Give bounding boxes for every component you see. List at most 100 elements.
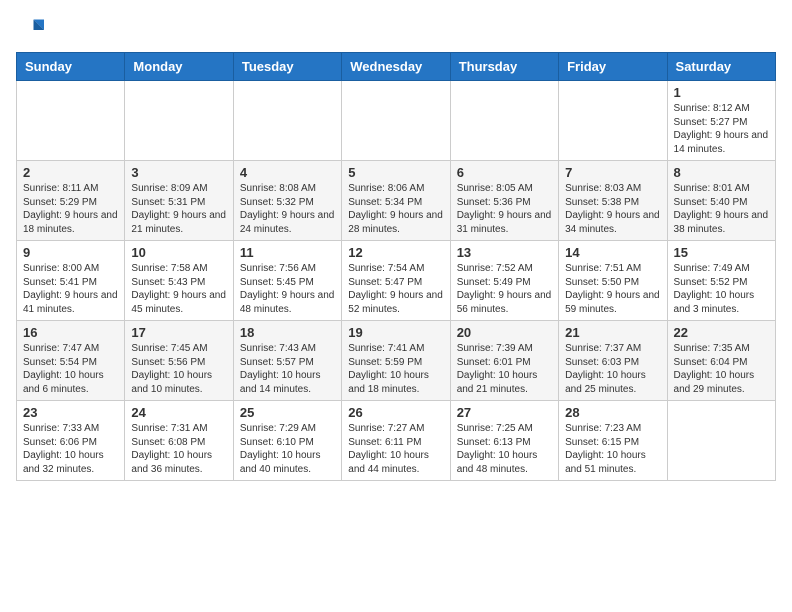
day-info: Sunrise: 7:51 AM Sunset: 5:50 PM Dayligh… bbox=[565, 262, 660, 316]
calendar-cell: 14 Sunrise: 7:51 AM Sunset: 5:50 PM Dayli… bbox=[559, 241, 667, 321]
day-number: 10 bbox=[131, 245, 226, 260]
calendar-cell: 5 Sunrise: 8:06 AM Sunset: 5:34 PM Daylig… bbox=[342, 161, 450, 241]
weekday-header-tuesday: Tuesday bbox=[233, 53, 341, 81]
day-number: 3 bbox=[131, 165, 226, 180]
day-number: 15 bbox=[674, 245, 769, 260]
day-number: 12 bbox=[348, 245, 443, 260]
day-number: 9 bbox=[23, 245, 118, 260]
day-number: 7 bbox=[565, 165, 660, 180]
day-number: 22 bbox=[674, 325, 769, 340]
week-row-1: 2 Sunrise: 8:11 AM Sunset: 5:29 PM Daylig… bbox=[17, 161, 776, 241]
day-info: Sunrise: 7:49 AM Sunset: 5:52 PM Dayligh… bbox=[674, 262, 769, 316]
day-info: Sunrise: 8:06 AM Sunset: 5:34 PM Dayligh… bbox=[348, 182, 443, 236]
calendar-cell: 25Sunrise: 7:29 AM Sunset: 6:10 PM Dayli… bbox=[233, 401, 341, 481]
day-number: 11 bbox=[240, 245, 335, 260]
day-info: Sunrise: 7:58 AM Sunset: 5:43 PM Dayligh… bbox=[131, 262, 226, 316]
calendar-cell: 23Sunrise: 7:33 AM Sunset: 6:06 PM Dayli… bbox=[17, 401, 125, 481]
day-number: 20 bbox=[457, 325, 552, 340]
day-number: 18 bbox=[240, 325, 335, 340]
day-number: 26 bbox=[348, 405, 443, 420]
calendar-cell: 15 Sunrise: 7:49 AM Sunset: 5:52 PM Dayli… bbox=[667, 241, 775, 321]
calendar-cell: 3 Sunrise: 8:09 AM Sunset: 5:31 PM Daylig… bbox=[125, 161, 233, 241]
calendar-cell: 2 Sunrise: 8:11 AM Sunset: 5:29 PM Daylig… bbox=[17, 161, 125, 241]
header bbox=[16, 16, 776, 44]
day-info: Sunrise: 7:39 AM Sunset: 6:01 PM Dayligh… bbox=[457, 342, 552, 396]
calendar-cell: 11 Sunrise: 7:56 AM Sunset: 5:45 PM Dayli… bbox=[233, 241, 341, 321]
day-number: 23 bbox=[23, 405, 118, 420]
day-info: Sunrise: 8:11 AM Sunset: 5:29 PM Dayligh… bbox=[23, 182, 118, 236]
calendar-cell: 21 Sunrise: 7:37 AM Sunset: 6:03 PM Dayli… bbox=[559, 321, 667, 401]
day-number: 2 bbox=[23, 165, 118, 180]
weekday-header-monday: Monday bbox=[125, 53, 233, 81]
day-info: Sunrise: 7:56 AM Sunset: 5:45 PM Dayligh… bbox=[240, 262, 335, 316]
logo bbox=[16, 16, 48, 44]
weekday-header-sunday: Sunday bbox=[17, 53, 125, 81]
week-row-0: 1 Sunrise: 8:12 AM Sunset: 5:27 PM Daylig… bbox=[17, 81, 776, 161]
day-info: Sunrise: 7:45 AM Sunset: 5:56 PM Dayligh… bbox=[131, 342, 226, 396]
calendar-cell: 13 Sunrise: 7:52 AM Sunset: 5:49 PM Dayli… bbox=[450, 241, 558, 321]
day-info: Sunrise: 7:43 AM Sunset: 5:57 PM Dayligh… bbox=[240, 342, 335, 396]
day-info: Sunrise: 8:05 AM Sunset: 5:36 PM Dayligh… bbox=[457, 182, 552, 236]
calendar-cell bbox=[559, 81, 667, 161]
calendar-cell bbox=[17, 81, 125, 161]
day-info: Sunrise: 8:09 AM Sunset: 5:31 PM Dayligh… bbox=[131, 182, 226, 236]
calendar-cell bbox=[233, 81, 341, 161]
day-info: Sunrise: 7:47 AM Sunset: 5:54 PM Dayligh… bbox=[23, 342, 118, 396]
calendar-cell: 18 Sunrise: 7:43 AM Sunset: 5:57 PM Dayli… bbox=[233, 321, 341, 401]
calendar-cell: 17 Sunrise: 7:45 AM Sunset: 5:56 PM Dayli… bbox=[125, 321, 233, 401]
week-row-2: 9 Sunrise: 8:00 AM Sunset: 5:41 PM Daylig… bbox=[17, 241, 776, 321]
day-info: Sunrise: 7:37 AM Sunset: 6:03 PM Dayligh… bbox=[565, 342, 660, 396]
calendar-cell: 1 Sunrise: 8:12 AM Sunset: 5:27 PM Daylig… bbox=[667, 81, 775, 161]
logo-icon bbox=[16, 16, 44, 44]
day-number: 16 bbox=[23, 325, 118, 340]
calendar: SundayMondayTuesdayWednesdayThursdayFrid… bbox=[16, 52, 776, 481]
day-info: Sunrise: 7:31 AM Sunset: 6:08 PM Dayligh… bbox=[131, 422, 226, 476]
day-info: Sunrise: 7:41 AM Sunset: 5:59 PM Dayligh… bbox=[348, 342, 443, 396]
day-number: 19 bbox=[348, 325, 443, 340]
day-info: Sunrise: 7:54 AM Sunset: 5:47 PM Dayligh… bbox=[348, 262, 443, 316]
calendar-cell bbox=[342, 81, 450, 161]
calendar-cell bbox=[450, 81, 558, 161]
calendar-cell: 6 Sunrise: 8:05 AM Sunset: 5:36 PM Daylig… bbox=[450, 161, 558, 241]
day-info: Sunrise: 7:23 AM Sunset: 6:15 PM Dayligh… bbox=[565, 422, 660, 476]
day-number: 6 bbox=[457, 165, 552, 180]
day-number: 25 bbox=[240, 405, 335, 420]
calendar-cell: 10 Sunrise: 7:58 AM Sunset: 5:43 PM Dayli… bbox=[125, 241, 233, 321]
calendar-cell: 19 Sunrise: 7:41 AM Sunset: 5:59 PM Dayli… bbox=[342, 321, 450, 401]
week-row-3: 16 Sunrise: 7:47 AM Sunset: 5:54 PM Dayli… bbox=[17, 321, 776, 401]
day-number: 4 bbox=[240, 165, 335, 180]
day-info: Sunrise: 8:00 AM Sunset: 5:41 PM Dayligh… bbox=[23, 262, 118, 316]
day-number: 1 bbox=[674, 85, 769, 100]
calendar-cell: 28 Sunrise: 7:23 AM Sunset: 6:15 PM Dayli… bbox=[559, 401, 667, 481]
day-number: 17 bbox=[131, 325, 226, 340]
calendar-cell bbox=[125, 81, 233, 161]
day-number: 5 bbox=[348, 165, 443, 180]
calendar-cell bbox=[667, 401, 775, 481]
day-number: 24 bbox=[131, 405, 226, 420]
weekday-header-friday: Friday bbox=[559, 53, 667, 81]
day-info: Sunrise: 7:35 AM Sunset: 6:04 PM Dayligh… bbox=[674, 342, 769, 396]
calendar-cell: 9 Sunrise: 8:00 AM Sunset: 5:41 PM Daylig… bbox=[17, 241, 125, 321]
calendar-cell: 24 Sunrise: 7:31 AM Sunset: 6:08 PM Dayli… bbox=[125, 401, 233, 481]
day-number: 21 bbox=[565, 325, 660, 340]
calendar-cell: 12 Sunrise: 7:54 AM Sunset: 5:47 PM Dayli… bbox=[342, 241, 450, 321]
calendar-cell: 7 Sunrise: 8:03 AM Sunset: 5:38 PM Daylig… bbox=[559, 161, 667, 241]
day-info: Sunrise: 7:52 AM Sunset: 5:49 PM Dayligh… bbox=[457, 262, 552, 316]
calendar-cell: 27Sunrise: 7:25 AM Sunset: 6:13 PM Dayli… bbox=[450, 401, 558, 481]
day-info: Sunrise: 8:01 AM Sunset: 5:40 PM Dayligh… bbox=[674, 182, 769, 236]
day-number: 27 bbox=[457, 405, 552, 420]
calendar-cell: 20 Sunrise: 7:39 AM Sunset: 6:01 PM Dayli… bbox=[450, 321, 558, 401]
calendar-cell: 4Sunrise: 8:08 AM Sunset: 5:32 PM Daylig… bbox=[233, 161, 341, 241]
calendar-cell: 22 Sunrise: 7:35 AM Sunset: 6:04 PM Dayli… bbox=[667, 321, 775, 401]
calendar-cell: 8Sunrise: 8:01 AM Sunset: 5:40 PM Daylig… bbox=[667, 161, 775, 241]
weekday-header-saturday: Saturday bbox=[667, 53, 775, 81]
day-info: Sunrise: 8:03 AM Sunset: 5:38 PM Dayligh… bbox=[565, 182, 660, 236]
day-info: Sunrise: 8:12 AM Sunset: 5:27 PM Dayligh… bbox=[674, 102, 769, 156]
calendar-cell: 16 Sunrise: 7:47 AM Sunset: 5:54 PM Dayli… bbox=[17, 321, 125, 401]
day-number: 28 bbox=[565, 405, 660, 420]
weekday-header-wednesday: Wednesday bbox=[342, 53, 450, 81]
day-number: 13 bbox=[457, 245, 552, 260]
weekday-header-row: SundayMondayTuesdayWednesdayThursdayFrid… bbox=[17, 53, 776, 81]
week-row-4: 23Sunrise: 7:33 AM Sunset: 6:06 PM Dayli… bbox=[17, 401, 776, 481]
day-number: 14 bbox=[565, 245, 660, 260]
